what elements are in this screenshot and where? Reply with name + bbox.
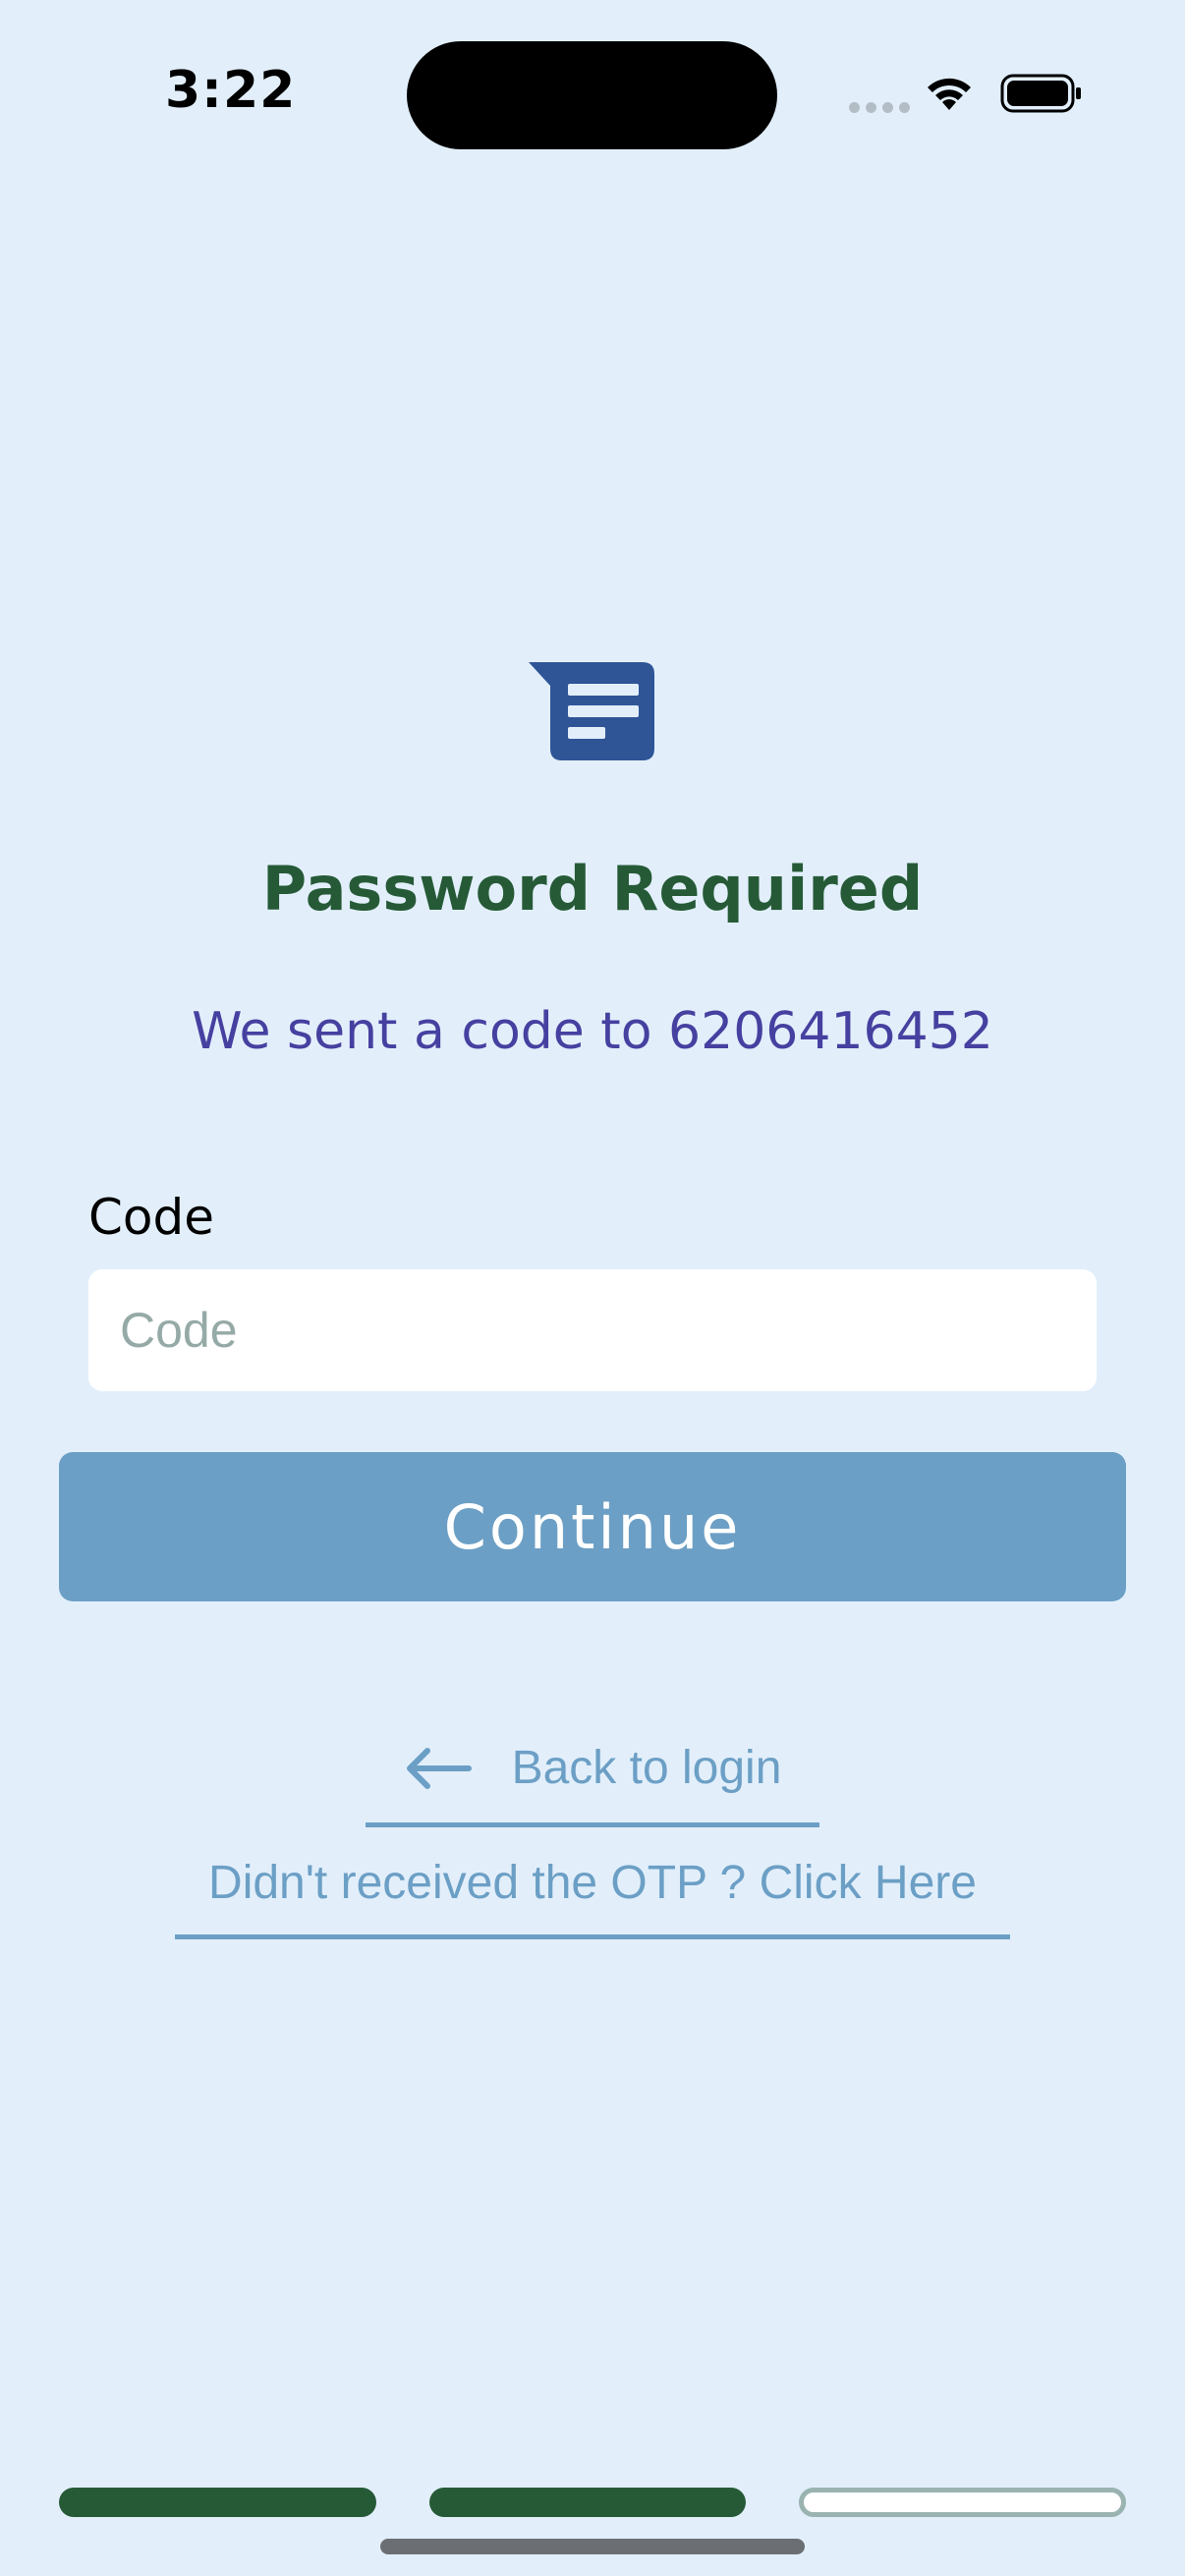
resend-otp-link[interactable]: Didn't received the OTP ? Click Here bbox=[175, 1849, 1010, 1939]
arrow-left-icon bbox=[406, 1747, 472, 1789]
back-to-login-link[interactable]: Back to login bbox=[366, 1731, 819, 1827]
code-input[interactable] bbox=[88, 1269, 1097, 1391]
code-sent-message: We sent a code to 6206416452 bbox=[192, 1002, 993, 1061]
battery-icon bbox=[1000, 74, 1081, 113]
progress-steps bbox=[59, 2488, 1127, 2517]
continue-button[interactable]: Continue bbox=[59, 1452, 1126, 1601]
message-icon bbox=[529, 662, 654, 760]
cellular-signal-icon bbox=[849, 102, 910, 113]
back-to-login-label: Back to login bbox=[511, 1742, 782, 1794]
progress-step-1 bbox=[59, 2488, 376, 2517]
status-time: 3:22 bbox=[165, 61, 297, 120]
home-indicator[interactable] bbox=[380, 2539, 805, 2554]
wifi-icon bbox=[928, 78, 971, 110]
dynamic-island bbox=[407, 41, 777, 149]
progress-step-3 bbox=[799, 2488, 1127, 2517]
page-title: Password Required bbox=[261, 853, 924, 924]
code-field-label: Code bbox=[88, 1189, 215, 1246]
progress-step-2 bbox=[428, 2488, 747, 2517]
